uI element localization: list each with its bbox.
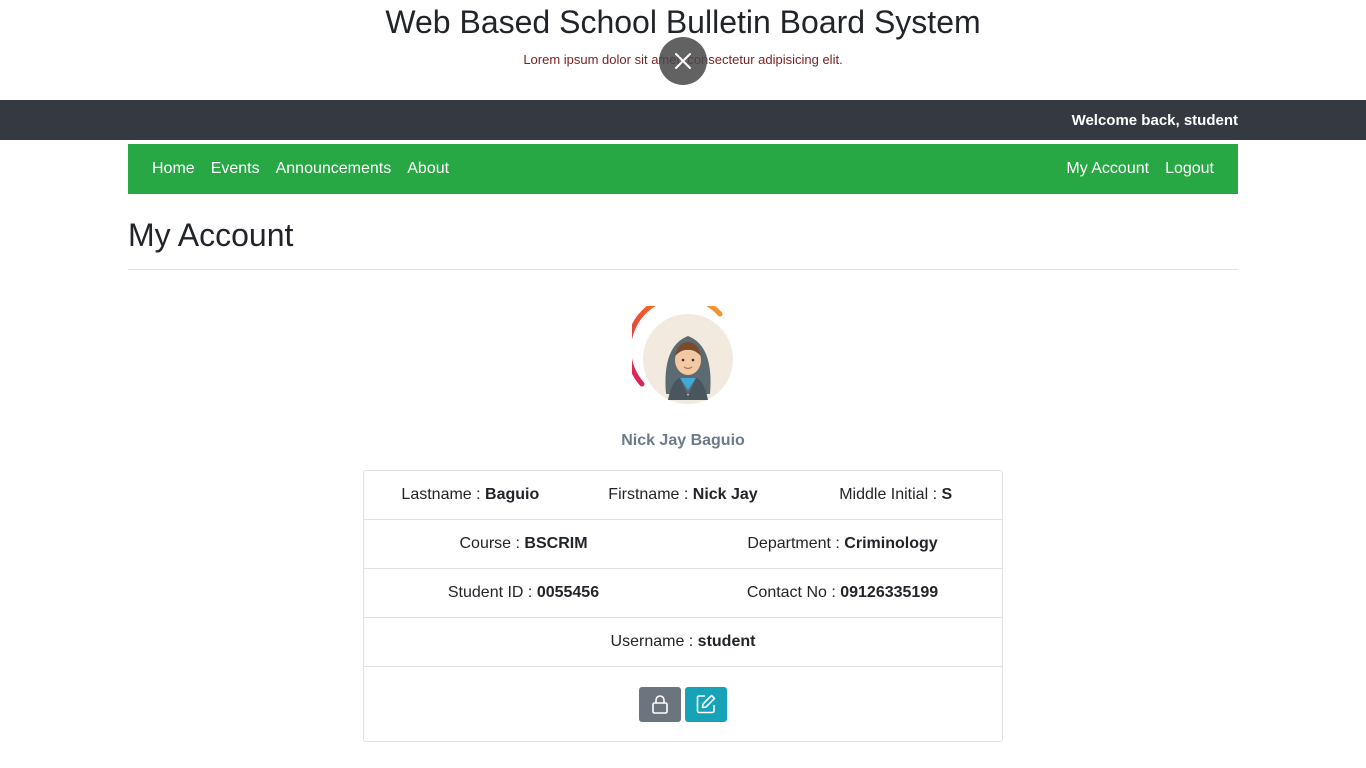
lock-icon (652, 695, 668, 714)
main-nav: Home Events Announcements About My Accou… (128, 144, 1238, 194)
avatar (626, 294, 734, 408)
close-icon (675, 53, 691, 69)
close-button[interactable] (659, 37, 707, 85)
nav-announcements[interactable]: Announcements (276, 160, 392, 178)
department-field: Department : Criminology (683, 535, 1002, 553)
nav-right: My Account Logout (1066, 160, 1214, 178)
contact-label: Contact No : (746, 584, 841, 601)
lastname-label: Lastname : (401, 486, 486, 503)
middle-initial-value: S (941, 486, 953, 503)
top-bar: Welcome back, student (0, 100, 1366, 140)
nav-my-account[interactable]: My Account (1066, 160, 1149, 178)
profile-section: Nick Jay Baguio Lastname : Baguio Firstn… (0, 294, 1366, 742)
department-label: Department : (747, 535, 845, 552)
middle-initial-field: Middle Initial : S (789, 486, 1002, 504)
username-label: Username : (610, 633, 698, 650)
nav-logout[interactable]: Logout (1165, 160, 1214, 178)
nav-events[interactable]: Events (211, 160, 260, 178)
course-value: BSCRIM (524, 535, 588, 552)
middle-initial-label: Middle Initial : (839, 486, 942, 503)
username-value: student (697, 633, 756, 650)
info-row-ids: Student ID : 0055456 Contact No : 091263… (364, 569, 1002, 618)
page-title: My Account (128, 216, 1238, 270)
edit-account-button[interactable] (685, 686, 727, 722)
info-row-course: Course : BSCRIM Department : Criminology (364, 520, 1002, 569)
course-field: Course : BSCRIM (364, 535, 683, 553)
firstname-field: Firstname : Nick Jay (577, 486, 790, 504)
contact-value: 09126335199 (840, 584, 939, 601)
nav-about[interactable]: About (407, 160, 449, 178)
info-row-names: Lastname : Baguio Firstname : Nick Jay M… (364, 471, 1002, 520)
site-title: Web Based School Bulletin Board System (385, 4, 981, 40)
info-row-username: Username : student (364, 618, 1002, 667)
avatar-hooded-user-icon (626, 294, 733, 404)
lastname-field: Lastname : Baguio (364, 486, 577, 504)
nav-left: Home Events Announcements About (152, 160, 449, 178)
course-label: Course : (459, 535, 525, 552)
site-header: Web Based School Bulletin Board System L… (0, 0, 1366, 100)
student-id-field: Student ID : 0055456 (364, 584, 683, 602)
firstname-label: Firstname : (608, 486, 693, 503)
firstname-value: Nick Jay (692, 486, 758, 503)
account-info-card: Lastname : Baguio Firstname : Nick Jay M… (363, 470, 1003, 742)
edit-icon (696, 694, 716, 714)
username-field: Username : student (364, 633, 1002, 651)
actions-row (364, 667, 1002, 741)
lastname-value: Baguio (485, 486, 540, 503)
student-id-label: Student ID : (447, 584, 537, 601)
contact-field: Contact No : 09126335199 (683, 584, 1002, 602)
department-value: Criminology (844, 535, 938, 552)
welcome-text: Welcome back, student (1071, 111, 1238, 129)
change-password-button[interactable] (639, 686, 681, 722)
student-id-value: 0055456 (536, 584, 600, 601)
profile-name: Nick Jay Baguio (621, 432, 745, 449)
nav-home[interactable]: Home (152, 160, 195, 178)
